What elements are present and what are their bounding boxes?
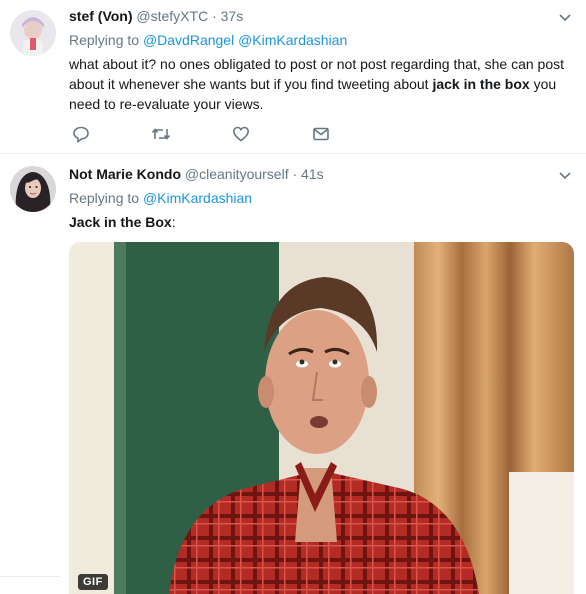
replying-to-label: Replying to <box>69 32 143 48</box>
tweet-actions <box>70 124 370 144</box>
separator-dot: · <box>208 8 221 24</box>
tweet-text-bold: jack in the box <box>432 76 530 92</box>
avatar[interactable] <box>10 166 56 212</box>
direct-message-icon[interactable] <box>310 124 332 144</box>
mention-link[interactable]: @DavdRangel <box>143 32 234 48</box>
timestamp[interactable]: 37s <box>221 8 244 24</box>
tweet[interactable]: Not Marie Kondo @cleanityourself · 41s R… <box>0 154 586 594</box>
tweet-text: what about it? no ones obligated to post… <box>69 54 574 114</box>
username[interactable]: @cleanityourself <box>185 166 289 182</box>
tweet-text-bold: Jack in the Box <box>69 214 172 230</box>
gif-image <box>69 242 574 594</box>
mention-link[interactable]: @KimKardashian <box>143 190 252 206</box>
replying-to: Replying to @DavdRangel @KimKardashian <box>69 32 347 48</box>
tweet[interactable]: stef (Von) @stefyXTC · 37s Replying to @… <box>0 0 586 154</box>
avatar[interactable] <box>10 10 56 56</box>
chevron-down-icon[interactable] <box>558 11 572 25</box>
separator-dot: · <box>288 166 302 182</box>
display-name[interactable]: Not Marie Kondo <box>69 166 181 182</box>
replying-to: Replying to @KimKardashian <box>69 190 252 206</box>
tweet-header: stef (Von) @stefyXTC · 37s <box>69 8 243 24</box>
gif-media[interactable]: GIF <box>69 242 574 594</box>
mention-link[interactable]: @KimKardashian <box>238 32 347 48</box>
timestamp[interactable]: 41s <box>301 166 324 182</box>
tweet-header: Not Marie Kondo @cleanityourself · 41s <box>69 166 324 182</box>
replying-to-label: Replying to <box>69 190 143 206</box>
like-icon[interactable] <box>230 124 252 144</box>
tweet-text: Jack in the Box: <box>69 212 176 232</box>
username[interactable]: @stefyXTC <box>136 8 208 24</box>
retweet-icon[interactable] <box>150 124 172 144</box>
divider-line <box>0 576 60 577</box>
gif-badge: GIF <box>78 574 108 590</box>
tweet-text-part: : <box>171 214 176 230</box>
display-name[interactable]: stef (Von) <box>69 8 133 24</box>
reply-icon[interactable] <box>70 124 92 144</box>
chevron-down-icon[interactable] <box>558 169 572 183</box>
